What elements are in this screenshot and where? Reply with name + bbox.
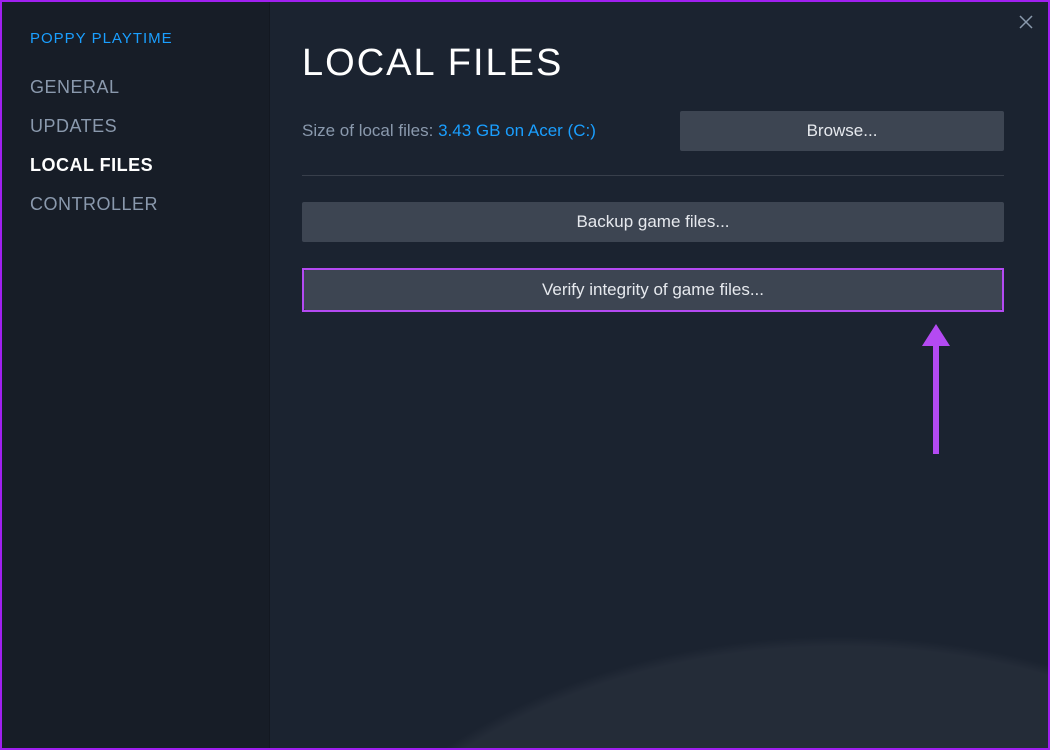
size-label: Size of local files: (302, 121, 438, 140)
backup-game-files-button[interactable]: Backup game files... (302, 202, 1004, 242)
size-value: 3.43 GB on Acer (C:) (438, 121, 596, 140)
sidebar-item-updates[interactable]: UPDATES (30, 116, 269, 137)
properties-dialog: POPPY PLAYTIME GENERAL UPDATES LOCAL FIL… (0, 0, 1050, 750)
game-title: POPPY PLAYTIME (30, 30, 269, 47)
browse-button[interactable]: Browse... (680, 111, 1004, 151)
annotation-highlight: Verify integrity of game files... (302, 268, 1004, 312)
sidebar-item-controller[interactable]: CONTROLLER (30, 194, 269, 215)
annotation-arrow-icon (916, 324, 956, 454)
sidebar-item-general[interactable]: GENERAL (30, 77, 269, 98)
divider (302, 175, 1004, 176)
local-files-summary-row: Size of local files: 3.43 GB on Acer (C:… (302, 111, 1004, 151)
content-pane: LOCAL FILES Size of local files: 3.43 GB… (270, 2, 1048, 748)
sidebar-item-local-files[interactable]: LOCAL FILES (30, 155, 269, 176)
page-title: LOCAL FILES (302, 42, 1004, 85)
local-files-size: Size of local files: 3.43 GB on Acer (C:… (302, 121, 596, 141)
verify-integrity-button[interactable]: Verify integrity of game files... (304, 270, 1002, 310)
sidebar: POPPY PLAYTIME GENERAL UPDATES LOCAL FIL… (2, 2, 270, 748)
